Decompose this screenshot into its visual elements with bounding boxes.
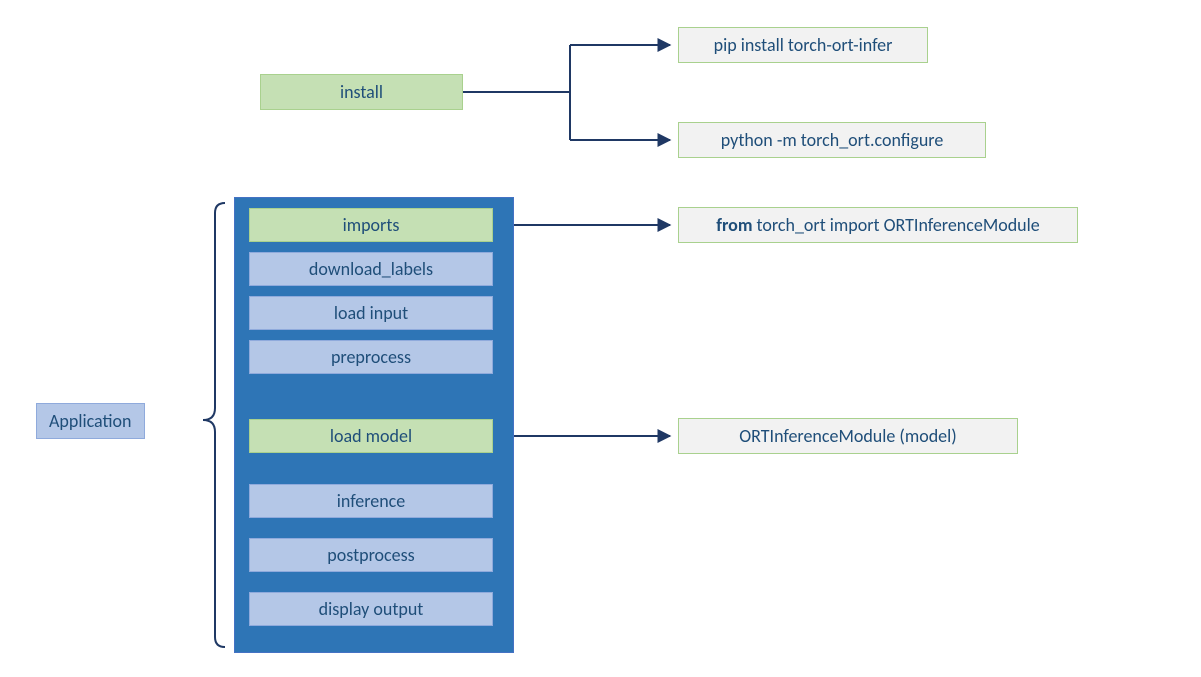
install-cmd-configure: python -m torch_ort.configure xyxy=(678,122,986,158)
application-label: Application xyxy=(36,403,145,439)
install-cmd-pip: pip install torch-ort-infer xyxy=(678,27,928,63)
step-inference: inference xyxy=(249,484,493,518)
step-display-output: display output xyxy=(249,592,493,626)
step-postprocess: postprocess xyxy=(249,538,493,572)
detail-load-model: ORTInferenceModule (model) xyxy=(678,418,1018,454)
detail-imports: from torch_ort import ORTInferenceModule xyxy=(678,207,1078,243)
detail-imports-keyword: from xyxy=(716,214,752,236)
install-step: install xyxy=(260,74,463,110)
step-download-labels: download_labels xyxy=(249,252,493,286)
step-preprocess: preprocess xyxy=(249,340,493,374)
step-load-model: load model xyxy=(249,419,493,453)
step-load-input: load input xyxy=(249,296,493,330)
detail-imports-rest: torch_ort import ORTInferenceModule xyxy=(752,214,1039,236)
connectors-layer xyxy=(0,0,1201,677)
step-imports: imports xyxy=(249,208,493,242)
